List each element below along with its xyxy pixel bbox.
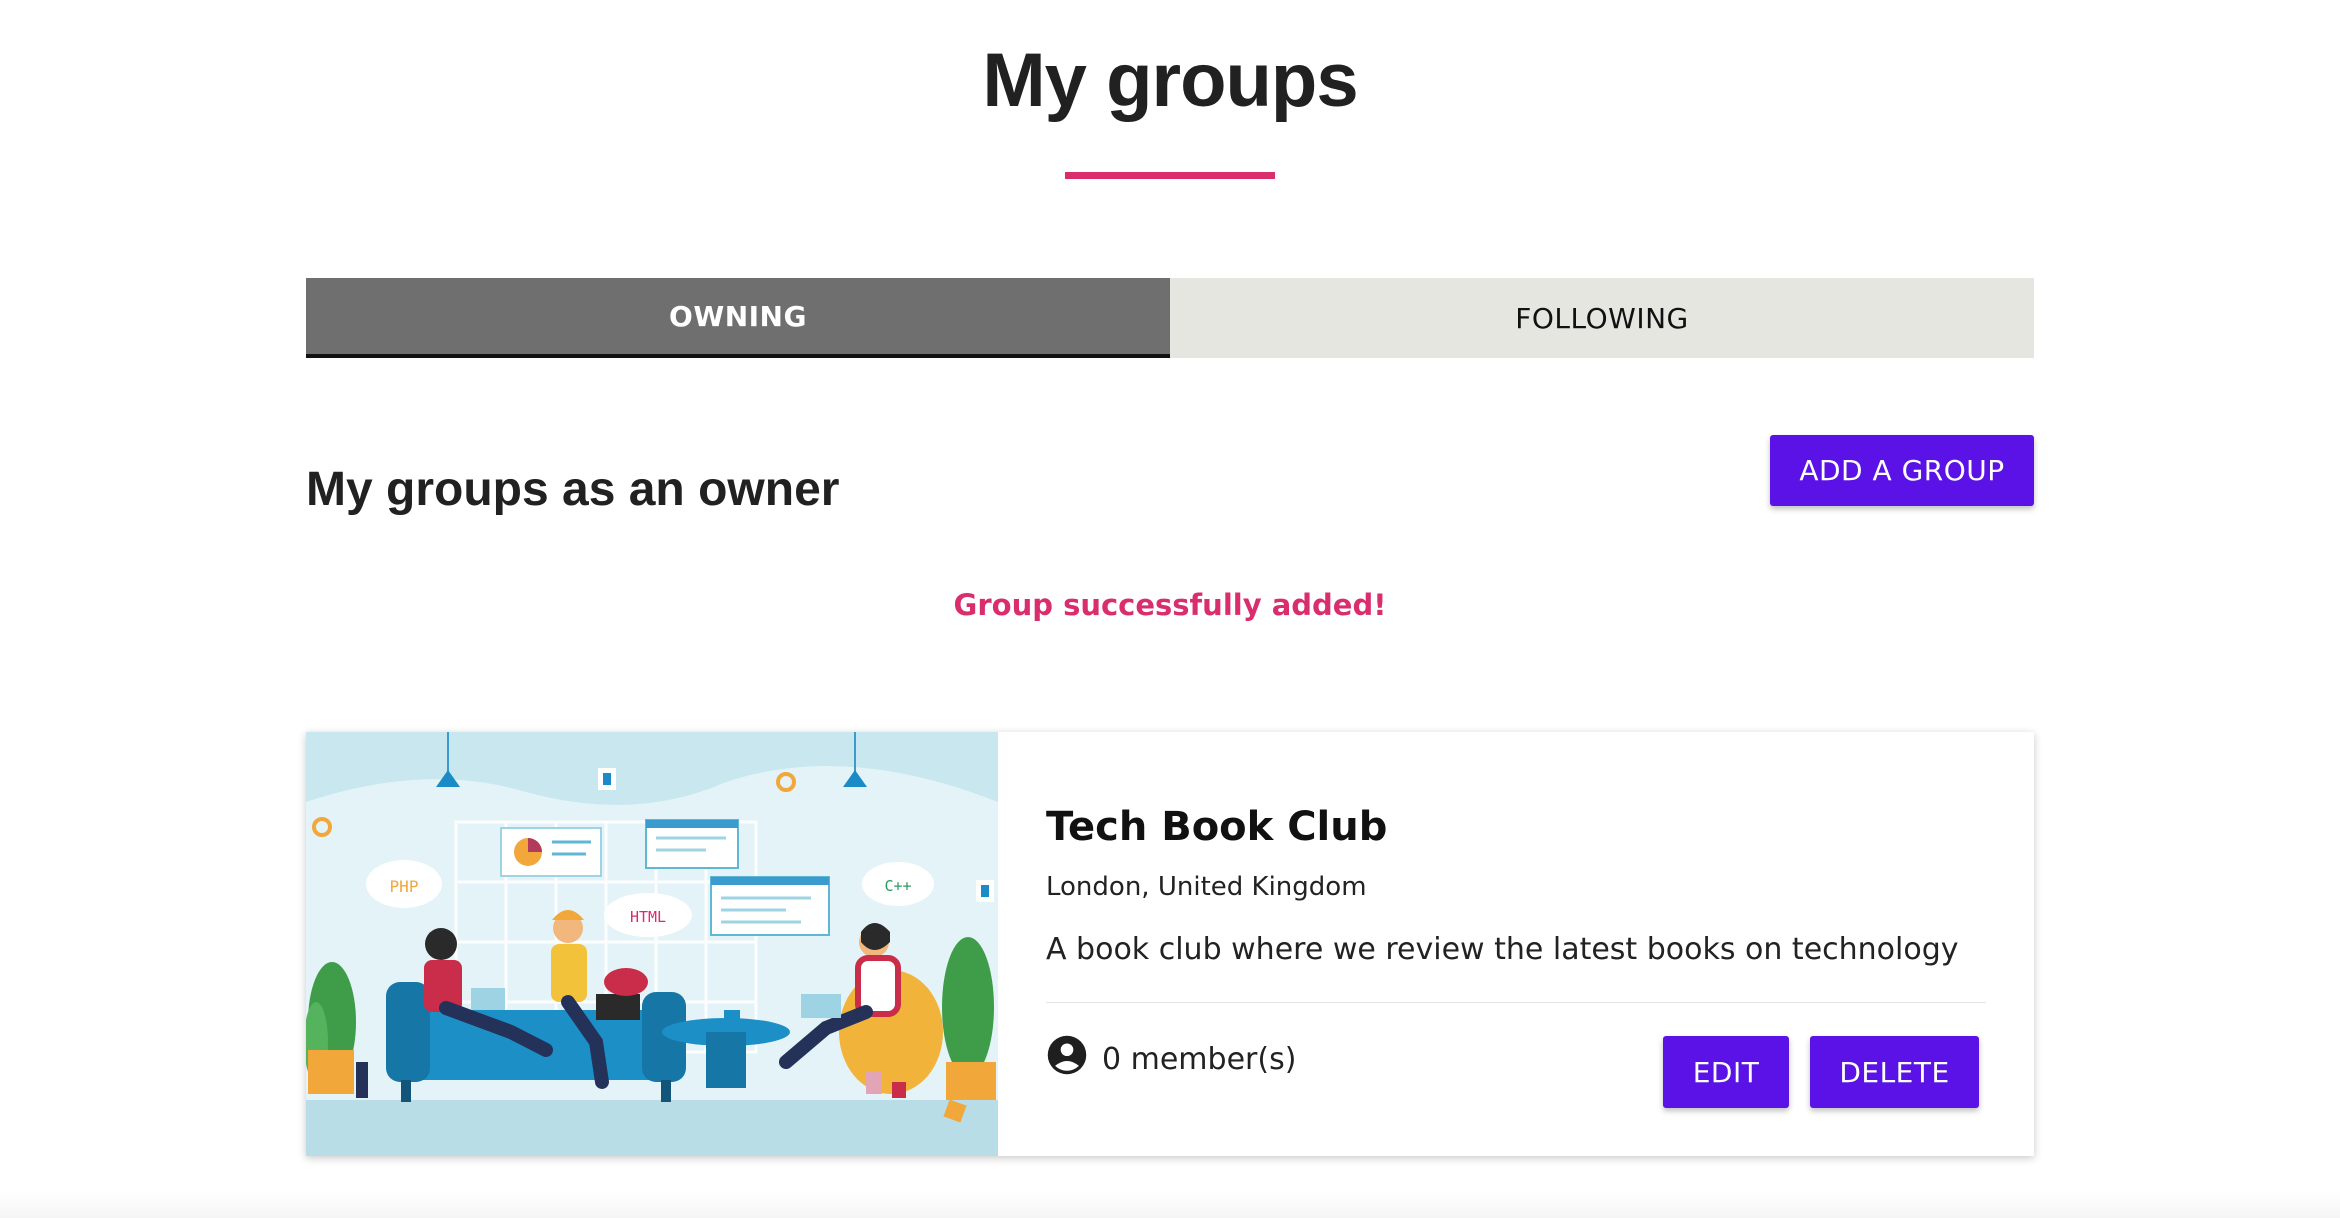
- title-underline: [1065, 172, 1275, 179]
- page-title: My groups: [982, 38, 1358, 123]
- tab-following[interactable]: FOLLOWING: [1170, 278, 2034, 358]
- group-location: London, United Kingdom: [1046, 872, 1367, 902]
- cpp-label: C++: [884, 877, 911, 895]
- edit-button[interactable]: EDIT: [1663, 1036, 1789, 1108]
- group-tabs: OWNING FOLLOWING: [306, 278, 2034, 358]
- success-message: Group successfully added!: [953, 588, 1387, 622]
- members-count: 0 member(s): [1046, 1034, 1296, 1084]
- bottom-fade: [0, 1190, 2340, 1218]
- tab-owning[interactable]: OWNING: [306, 278, 1170, 358]
- card-divider: [1046, 1002, 1986, 1003]
- group-name[interactable]: Tech Book Club: [1046, 804, 1387, 850]
- group-description: A book club where we review the latest b…: [1046, 932, 1959, 967]
- group-image: PHP HTML C++: [306, 732, 998, 1156]
- account-circle-icon: [1046, 1034, 1088, 1084]
- section-heading: My groups as an owner: [306, 463, 840, 516]
- php-label: PHP: [390, 877, 419, 896]
- members-text: 0 member(s): [1102, 1041, 1297, 1077]
- group-card-body: Tech Book Club London, United Kingdom A …: [998, 732, 2034, 1156]
- add-group-button[interactable]: ADD A GROUP: [1770, 435, 2034, 506]
- group-card: PHP HTML C++ Tech Book Club London, Unit…: [306, 732, 2034, 1156]
- delete-button[interactable]: DELETE: [1810, 1036, 1979, 1108]
- html-label: HTML: [630, 908, 666, 926]
